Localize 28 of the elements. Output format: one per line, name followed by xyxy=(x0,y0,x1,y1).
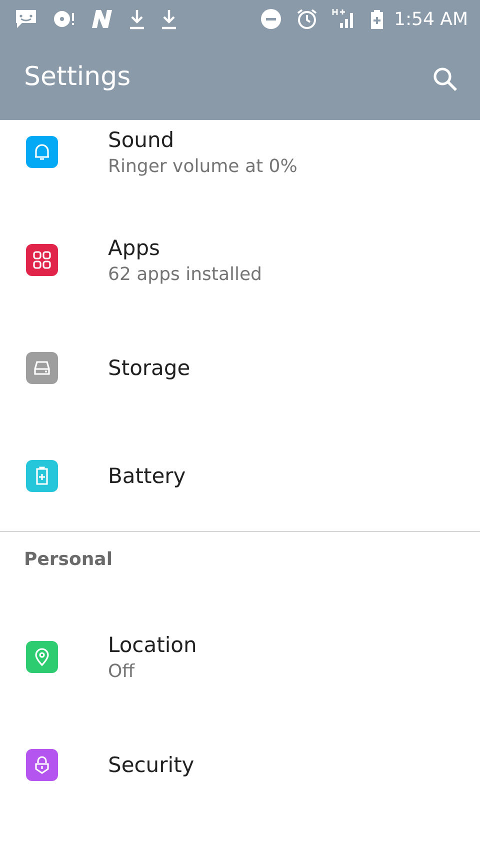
lock-icon xyxy=(33,755,51,775)
battery-icon xyxy=(33,466,51,486)
search-icon[interactable] xyxy=(432,66,458,92)
location-pin-icon xyxy=(33,647,51,667)
setting-title[interactable]: Battery xyxy=(108,464,186,488)
signal-icon xyxy=(332,8,356,30)
logo-icon xyxy=(90,9,114,29)
setting-title[interactable]: Storage xyxy=(108,356,190,380)
alarm-icon xyxy=(296,8,318,30)
clock-time: 1:54 AM xyxy=(394,8,468,30)
setting-title[interactable]: Apps xyxy=(108,236,262,260)
setting-title[interactable]: Location xyxy=(108,632,197,656)
disc-icon xyxy=(52,9,76,29)
bell-icon xyxy=(32,142,52,162)
setting-summary: 62 apps installed xyxy=(108,264,262,284)
do-not-disturb-icon xyxy=(260,8,282,30)
setting-summary: Ringer volume at 0% xyxy=(108,156,298,176)
setting-summary: Off xyxy=(108,660,136,682)
setting-title[interactable]: Sound xyxy=(108,128,298,152)
screen-title: Settings xyxy=(24,62,132,92)
download-icon xyxy=(128,8,146,30)
message-icon xyxy=(14,8,38,30)
drive-icon xyxy=(32,358,52,378)
battery-icon xyxy=(370,8,384,30)
section-header: Personal xyxy=(24,549,112,570)
download-icon xyxy=(160,8,178,30)
grid-icon xyxy=(32,250,52,270)
setting-title[interactable]: Security xyxy=(108,753,194,777)
